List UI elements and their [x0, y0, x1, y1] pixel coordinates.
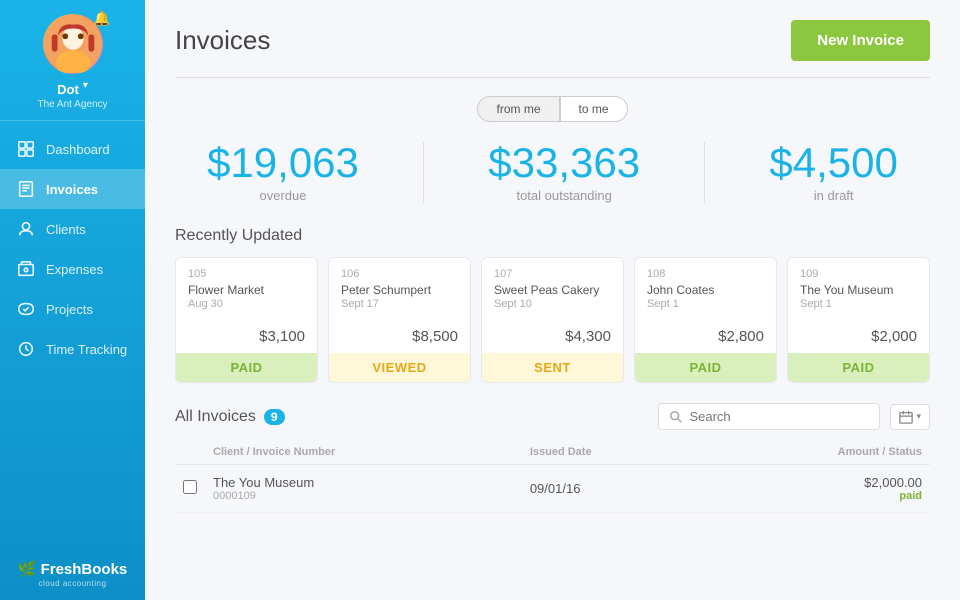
card-amount-3: $2,800 [635, 318, 776, 353]
card-num-0: 105 [188, 268, 305, 280]
sidebar-nav: Dashboard Invoices Clients Expenses [0, 121, 145, 546]
search-input[interactable] [689, 409, 869, 424]
stat-draft-label: in draft [769, 188, 897, 203]
calendar-filter-button[interactable]: ▾ [890, 404, 930, 430]
card-client-0: Flower Market [188, 283, 305, 297]
card-num-3: 108 [647, 268, 764, 280]
card-num-1: 106 [341, 268, 458, 280]
invoice-card-4[interactable]: 109 The You Museum Sept 1 $2,000 PAID [787, 257, 930, 383]
invoice-card-2[interactable]: 107 Sweet Peas Cakery Sept 10 $4,300 SEN… [481, 257, 624, 383]
card-amount-2: $4,300 [482, 318, 623, 353]
card-status-1: VIEWED [329, 353, 470, 382]
card-date-3: Sept 1 [647, 298, 764, 310]
all-invoices-title: All Invoices 9 [175, 408, 285, 426]
card-amount-1: $8,500 [329, 318, 470, 353]
row-checkbox-cell [175, 465, 205, 513]
table-header-checkbox [175, 440, 205, 465]
stat-divider-1 [423, 142, 424, 203]
stat-outstanding-label: total outstanding [488, 188, 640, 203]
card-client-2: Sweet Peas Cakery [494, 283, 611, 297]
sidebar-item-dashboard[interactable]: Dashboard [0, 129, 145, 169]
stat-divider-2 [704, 142, 705, 203]
row-checkbox[interactable] [183, 480, 197, 494]
stats-row: $19,063 overdue $33,363 total outstandin… [175, 142, 930, 203]
card-amount-0: $3,100 [176, 318, 317, 353]
projects-icon [16, 299, 36, 319]
sidebar-item-invoices[interactable]: Invoices [0, 169, 145, 209]
search-icon [669, 410, 683, 424]
stat-outstanding: $33,363 total outstanding [488, 142, 640, 203]
user-company: The Ant Agency [37, 99, 107, 110]
user-caret-icon[interactable]: ▾ [83, 80, 88, 91]
recently-updated-title: Recently Updated [175, 227, 930, 245]
calendar-caret-icon: ▾ [916, 411, 921, 422]
table-header-date: Issued Date [522, 440, 700, 465]
invoice-count-badge: 9 [264, 409, 285, 425]
freshbooks-tagline: cloud accounting [38, 579, 106, 588]
invoice-card-1[interactable]: 106 Peter Schumpert Sept 17 $8,500 VIEWE… [328, 257, 471, 383]
sidebar-item-time-tracking[interactable]: Time Tracking [0, 329, 145, 369]
card-amount-4: $2,000 [788, 318, 929, 353]
card-status-2: SENT [482, 353, 623, 382]
table-row[interactable]: The You Museum 0000109 09/01/16 $2,000.0… [175, 465, 930, 513]
card-date-4: Sept 1 [800, 298, 917, 310]
invoice-card-0[interactable]: 105 Flower Market Aug 30 $3,100 PAID [175, 257, 318, 383]
expenses-icon [16, 259, 36, 279]
card-date-1: Sept 17 [341, 298, 458, 310]
invoices-icon [16, 179, 36, 199]
stat-draft-value: $4,500 [769, 142, 897, 184]
calendar-icon [899, 410, 913, 424]
invoice-toggle: from me to me [175, 96, 930, 122]
card-status-3: PAID [635, 353, 776, 382]
stat-outstanding-value: $33,363 [488, 142, 640, 184]
invoice-cards: 105 Flower Market Aug 30 $3,100 PAID 106… [175, 257, 930, 383]
all-invoices-bar: All Invoices 9 ▾ [175, 403, 930, 430]
card-status-0: PAID [176, 353, 317, 382]
freshbooks-brand: 🌿 FreshBooks [18, 560, 128, 578]
top-divider [175, 77, 930, 78]
stat-overdue-label: overdue [207, 188, 359, 203]
toggle-to-me[interactable]: to me [560, 96, 628, 122]
row-amount: $2,000.00 paid [700, 465, 930, 513]
card-status-4: PAID [788, 353, 929, 382]
bell-icon: 🔔 [93, 10, 110, 27]
card-num-2: 107 [494, 268, 611, 280]
table-header-client: Client / Invoice Number [205, 440, 522, 465]
row-client: The You Museum 0000109 [205, 465, 522, 513]
new-invoice-button[interactable]: New Invoice [791, 20, 930, 61]
user-name: Dot [57, 82, 79, 97]
stat-overdue-value: $19,063 [207, 142, 359, 184]
card-client-1: Peter Schumpert [341, 283, 458, 297]
row-date: 09/01/16 [522, 465, 700, 513]
top-bar: Invoices New Invoice [175, 20, 930, 61]
clients-icon [16, 219, 36, 239]
card-date-2: Sept 10 [494, 298, 611, 310]
invoice-table: Client / Invoice Number Issued Date Amou… [175, 440, 930, 513]
search-box [658, 403, 880, 430]
freshbooks-logo: 🌿 FreshBooks cloud accounting [18, 546, 128, 600]
stat-overdue: $19,063 overdue [207, 142, 359, 203]
stat-draft: $4,500 in draft [769, 142, 897, 203]
sidebar-item-projects[interactable]: Projects [0, 289, 145, 329]
time-tracking-icon [16, 339, 36, 359]
page-title: Invoices [175, 25, 270, 56]
sidebar-user-section: 🔔 Dot ▾ The Ant Agency [0, 0, 145, 121]
card-client-4: The You Museum [800, 283, 917, 297]
card-client-3: John Coates [647, 283, 764, 297]
main-content: Invoices New Invoice from me to me $19,0… [145, 0, 960, 600]
card-date-0: Aug 30 [188, 298, 305, 310]
sidebar-item-expenses[interactable]: Expenses [0, 249, 145, 289]
table-header-amount: Amount / Status [700, 440, 930, 465]
invoice-card-3[interactable]: 108 John Coates Sept 1 $2,800 PAID [634, 257, 777, 383]
dashboard-icon [16, 139, 36, 159]
avatar: 🔔 [43, 14, 103, 74]
toggle-from-me[interactable]: from me [477, 96, 559, 122]
sidebar-item-clients[interactable]: Clients [0, 209, 145, 249]
card-num-4: 109 [800, 268, 917, 280]
sidebar: 🔔 Dot ▾ The Ant Agency Dashboard Invoice… [0, 0, 145, 600]
